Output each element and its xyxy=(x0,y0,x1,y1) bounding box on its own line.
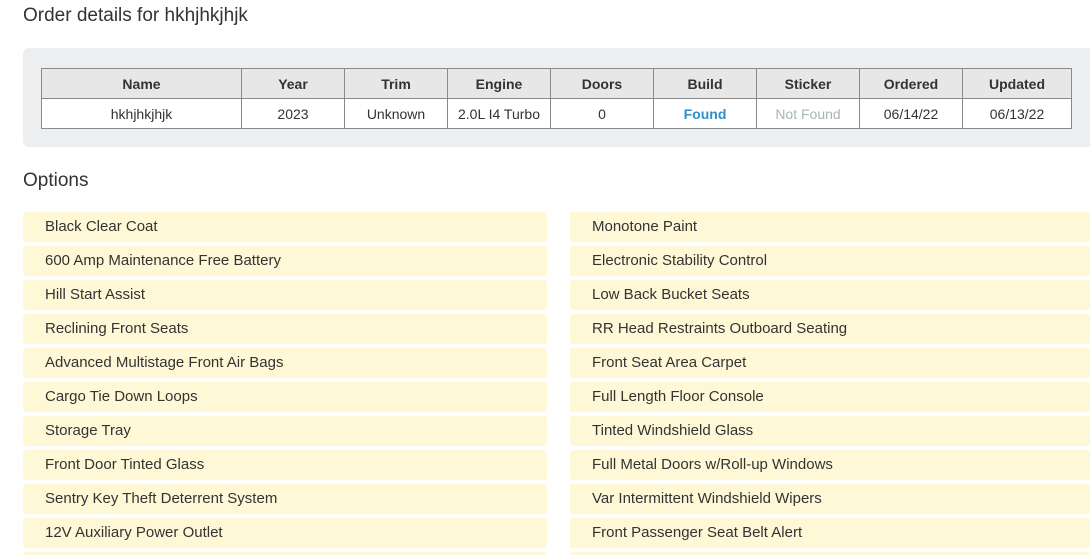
order-panel: Name Year Trim Engine Doors Build Sticke… xyxy=(23,48,1090,147)
option-item: Front Door Tinted Glass xyxy=(23,450,547,480)
column-header-doors: Doors xyxy=(550,68,654,99)
order-table-header-row: Name Year Trim Engine Doors Build Sticke… xyxy=(41,68,1072,99)
order-table: Name Year Trim Engine Doors Build Sticke… xyxy=(41,68,1072,129)
option-item: 12V Auxiliary Power Outlet xyxy=(23,518,547,548)
cell-build: Found xyxy=(653,98,757,129)
option-item: Storage Tray xyxy=(23,416,547,446)
option-item: Black Clear Coat xyxy=(23,212,547,242)
option-item: Hill Start Assist xyxy=(23,280,547,310)
option-item: Monotone Paint xyxy=(570,212,1090,242)
table-row: hkhjhkjhjk 2023 Unknown 2.0L I4 Turbo 0 … xyxy=(41,98,1072,129)
option-item: 600 Amp Maintenance Free Battery xyxy=(23,246,547,276)
column-header-trim: Trim xyxy=(344,68,448,99)
option-item: Front Passenger Seat Belt Alert xyxy=(570,518,1090,548)
sticker-status: Not Found xyxy=(775,105,841,122)
cell-trim: Unknown xyxy=(344,98,448,129)
build-found-link[interactable]: Found xyxy=(684,106,727,122)
options-title: Options xyxy=(23,170,89,191)
column-header-engine: Engine xyxy=(447,68,551,99)
option-item: Electronic Stability Control xyxy=(570,246,1090,276)
option-item: Front Seat Area Carpet xyxy=(570,348,1090,378)
option-item: Reclining Front Seats xyxy=(23,314,547,344)
option-item: Low Back Bucket Seats xyxy=(570,280,1090,310)
column-header-name: Name xyxy=(41,68,242,99)
option-item: Sentry Key Theft Deterrent System xyxy=(23,484,547,514)
option-item: Advanced Multistage Front Air Bags xyxy=(23,348,547,378)
cell-ordered: 06/14/22 xyxy=(859,98,963,129)
option-item: Tinted Windshield Glass xyxy=(570,416,1090,446)
option-item: Full Metal Doors w/Roll-up Windows xyxy=(570,450,1090,480)
cell-sticker: Not Found xyxy=(756,98,860,129)
option-item: Cargo Tie Down Loops xyxy=(23,382,547,412)
page: Order details for hkhjhkjhjk Name Year T… xyxy=(0,0,1090,555)
cell-year: 2023 xyxy=(241,98,345,129)
cell-updated: 06/13/22 xyxy=(962,98,1072,129)
cell-engine: 2.0L I4 Turbo xyxy=(447,98,551,129)
cell-doors: 0 xyxy=(550,98,654,129)
column-header-updated: Updated xyxy=(962,68,1072,99)
column-header-ordered: Ordered xyxy=(859,68,963,99)
column-header-build: Build xyxy=(653,68,757,99)
option-item: Var Intermittent Windshield Wipers xyxy=(570,484,1090,514)
option-item: Full Length Floor Console xyxy=(570,382,1090,412)
option-item: RR Head Restraints Outboard Seating xyxy=(570,314,1090,344)
column-header-sticker: Sticker xyxy=(756,68,860,99)
cell-name: hkhjhkjhjk xyxy=(41,98,242,129)
column-header-year: Year xyxy=(241,68,345,99)
page-title: Order details for hkhjhkjhjk xyxy=(23,5,248,26)
